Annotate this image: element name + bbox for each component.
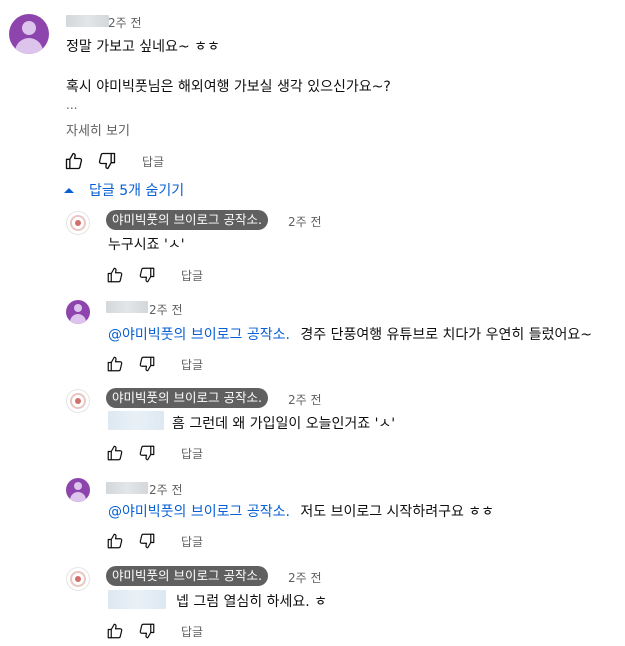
- thumbs-up-icon[interactable]: [106, 355, 124, 373]
- reply-button[interactable]: 답글: [181, 356, 203, 373]
- thumbs-up-icon[interactable]: [106, 622, 124, 640]
- redacted-username[interactable]: [66, 15, 109, 27]
- commenter-avatar[interactable]: [9, 14, 49, 54]
- mention-link[interactable]: @야미빅풋의 브이로그 공작소.: [108, 504, 290, 520]
- comment-text-line-1: 정말 가보고 싶네요~ ㅎㅎ: [66, 39, 220, 55]
- channel-owner-badge[interactable]: 야미빅풋의 브이로그 공작소.: [106, 566, 268, 586]
- reply-button[interactable]: 답글: [181, 267, 203, 284]
- thumbs-down-icon[interactable]: [138, 444, 156, 462]
- redacted-mention[interactable]: [108, 411, 164, 430]
- commenter-avatar[interactable]: [66, 300, 90, 324]
- comment-ellipsis: ...: [66, 98, 78, 112]
- reply-text-row: @야미빅풋의 브이로그 공작소. 경주 단풍여행 유튜브로 치다가 우연히 들렀…: [108, 324, 592, 344]
- reply-text: 경주 단풍여행 유튜브로 치다가 우연히 들렀어요~: [300, 327, 592, 343]
- reply-time[interactable]: 2주 전: [149, 301, 183, 318]
- reply-time[interactable]: 2주 전: [288, 569, 322, 586]
- thumbs-down-icon[interactable]: [138, 532, 156, 550]
- reply-button[interactable]: 답글: [142, 153, 164, 170]
- redacted-username[interactable]: [106, 301, 148, 313]
- reply-time[interactable]: 2주 전: [288, 391, 322, 408]
- read-more-link[interactable]: 자세히 보기: [66, 120, 130, 139]
- channel-owner-badge[interactable]: 야미빅풋의 브이로그 공작소.: [106, 210, 268, 230]
- reply-text: 저도 브이로그 시작하려구요 ㅎㅎ: [300, 504, 495, 520]
- commenter-avatar[interactable]: [66, 478, 90, 502]
- reply-text: 넵 그럼 열심히 하세요. ㅎ: [176, 594, 328, 610]
- thumbs-down-icon[interactable]: [138, 266, 156, 284]
- redacted-username[interactable]: [106, 482, 148, 494]
- comment-text-line-2: 혹시 야미빅풋님은 해외여행 가보실 생각 있으신가요~?: [66, 79, 391, 95]
- thumbs-up-icon[interactable]: [106, 266, 124, 284]
- thumbs-up-icon[interactable]: [64, 151, 84, 171]
- reply-time[interactable]: 2주 전: [149, 481, 183, 498]
- thumbs-down-icon[interactable]: [97, 151, 117, 171]
- thumbs-down-icon[interactable]: [138, 622, 156, 640]
- reply-button[interactable]: 답글: [181, 445, 203, 462]
- reply-text: 흠 그런데 왜 가입일이 오늘인거죠 'ㅅ': [172, 416, 396, 432]
- caret-up-icon: [62, 183, 76, 197]
- reply-text: 누구시죠 'ㅅ': [108, 237, 185, 253]
- reply-text-row: @야미빅풋의 브이로그 공작소. 저도 브이로그 시작하려구요 ㅎㅎ: [108, 501, 494, 521]
- thumbs-down-icon[interactable]: [138, 355, 156, 373]
- hide-replies-label: 답글 5개 숨기기: [89, 183, 185, 199]
- reply-button[interactable]: 답글: [181, 623, 203, 640]
- channel-owner-badge[interactable]: 야미빅풋의 브이로그 공작소.: [106, 388, 268, 408]
- redacted-mention[interactable]: [108, 590, 166, 609]
- thumbs-up-icon[interactable]: [106, 444, 124, 462]
- thumbs-up-icon[interactable]: [106, 532, 124, 550]
- comment-time[interactable]: 2주 전: [108, 14, 142, 31]
- channel-avatar[interactable]: [66, 389, 90, 413]
- reply-button[interactable]: 답글: [181, 533, 203, 550]
- channel-avatar[interactable]: [66, 211, 90, 235]
- mention-link[interactable]: @야미빅풋의 브이로그 공작소.: [108, 327, 290, 343]
- hide-replies-button[interactable]: 답글 5개 숨기기: [62, 180, 184, 200]
- channel-avatar[interactable]: [66, 567, 90, 591]
- reply-time[interactable]: 2주 전: [288, 213, 322, 230]
